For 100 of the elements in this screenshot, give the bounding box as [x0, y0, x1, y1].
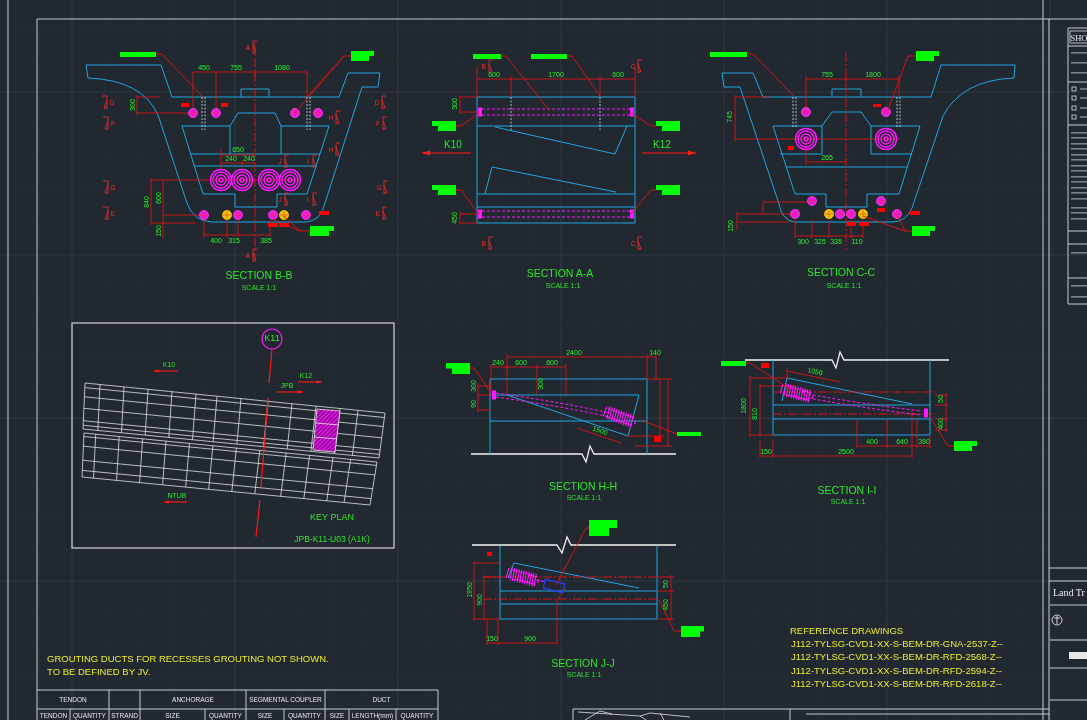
label-tag [432, 121, 456, 131]
leader-line [555, 527, 590, 586]
duct-circle [222, 210, 232, 220]
label-tag [531, 54, 567, 59]
section-title: SECTION H-H [548, 480, 618, 492]
flag-marker [788, 146, 794, 150]
anchor-end-plate [630, 107, 634, 117]
section-title: SECTION I-I [817, 484, 877, 496]
anchor-circle [257, 168, 281, 192]
leader-line [469, 367, 492, 394]
dimension-line [656, 574, 675, 622]
label-tag [656, 185, 680, 195]
duct-circle [301, 210, 311, 220]
duct-circle [876, 196, 886, 206]
label-tag [677, 432, 701, 436]
flag-marker [487, 552, 492, 556]
anchor-circle [209, 168, 233, 192]
logo-icon [1051, 614, 1063, 626]
anchor-circle [278, 168, 302, 192]
dimension-line [220, 149, 256, 171]
label-tag [656, 121, 680, 131]
direction-label: K10 [444, 139, 462, 150]
label-tag [681, 626, 704, 637]
flag-marker [654, 436, 661, 442]
flag-marker [873, 104, 881, 107]
duct-circle [892, 209, 902, 219]
leader-line [658, 599, 682, 632]
reference-drawings-title: REFERENCE DRAWINGS [790, 625, 904, 636]
duct-circle [807, 196, 817, 206]
reference-drawing: J112-TYLSG-CVD1-XX-S-BEM-DR-RFD-2594-Z-- [791, 665, 1002, 676]
title-block-heading: SHO [1069, 30, 1087, 44]
flag-marker [859, 222, 869, 226]
direction-label: K12 [653, 139, 671, 150]
section-title: SECTION C-C [806, 266, 876, 278]
section-title: SECTION A-A [526, 267, 594, 279]
label-tag [446, 363, 470, 374]
anchor-end-plate [492, 390, 496, 400]
duct-circle [199, 210, 209, 220]
note-text: TO BE DEFINED BY JV. [47, 666, 151, 677]
duct-circle [268, 210, 278, 220]
duct-circle [279, 210, 289, 220]
leader-line [455, 112, 480, 127]
fine-print-drawing [1071, 252, 1087, 298]
leader-line [272, 215, 311, 232]
label-tag [589, 520, 617, 536]
leader-line [745, 362, 791, 390]
flag-marker [877, 208, 885, 212]
anchor-end-plate [924, 408, 928, 418]
leader-line [887, 55, 917, 111]
anchor-circle [794, 127, 818, 151]
section-title: SECTION J-J [551, 657, 615, 669]
reference-drawing: J112-TYLSG-CVD1-XX-S-BEM-DR-GNA-2537-Z-- [791, 638, 1004, 649]
fine-print-drawing [1071, 52, 1087, 74]
label-tag [916, 51, 939, 61]
duct-circle [824, 209, 834, 219]
label-tag [310, 226, 334, 236]
leader-line [746, 53, 795, 97]
dimension-line [934, 392, 949, 433]
leader-line [630, 189, 657, 215]
flag-marker [319, 211, 329, 215]
leader-line [630, 112, 657, 127]
duct-circle [188, 108, 198, 118]
label-tag [912, 226, 935, 236]
highlighted-segment [312, 408, 341, 453]
flag-marker [181, 103, 189, 107]
duct-circle [790, 209, 800, 219]
flag-marker [221, 103, 228, 107]
drawing-reference: JPB-K11-U03 (A1K) [294, 534, 370, 544]
anchor-end-plate [478, 107, 482, 117]
label-tag [954, 441, 977, 451]
anchor-circle [230, 168, 254, 192]
duct-circle [835, 209, 845, 219]
leader-line [928, 414, 955, 447]
duct-circle [846, 209, 856, 219]
reference-drawing: J112-TYLSG-CVD1-XX-S-BEM-DR-RFD-2568-Z-- [791, 651, 1002, 662]
flag-marker [761, 363, 769, 368]
label-tag [432, 185, 456, 195]
leader-line [294, 55, 352, 114]
leader-line [500, 55, 550, 111]
anchor-circle [874, 127, 898, 151]
dimension-line [576, 427, 622, 444]
organisation-name: Land Tr [1053, 587, 1085, 598]
flag-marker [910, 211, 920, 215]
anchor-spring [505, 566, 540, 588]
duct-circle [290, 108, 300, 118]
label-tag [351, 51, 374, 61]
duct-circle [801, 107, 811, 117]
leader-line [862, 215, 913, 232]
label-tag [721, 361, 746, 366]
duct-circle [858, 209, 868, 219]
flag-marker [847, 222, 856, 226]
duct-circle [211, 108, 221, 118]
leader-line [455, 189, 480, 215]
anchor-end-plate [478, 209, 482, 219]
section-marker: K11 [261, 328, 283, 350]
duct-circle [881, 107, 891, 117]
fine-print-drawing [1080, 88, 1087, 118]
duct-circle [233, 210, 243, 220]
label-plate [1069, 652, 1087, 659]
note-text: GROUTING DUCTS FOR RECESSES GROUTING NOT SHOWN. [47, 653, 329, 664]
